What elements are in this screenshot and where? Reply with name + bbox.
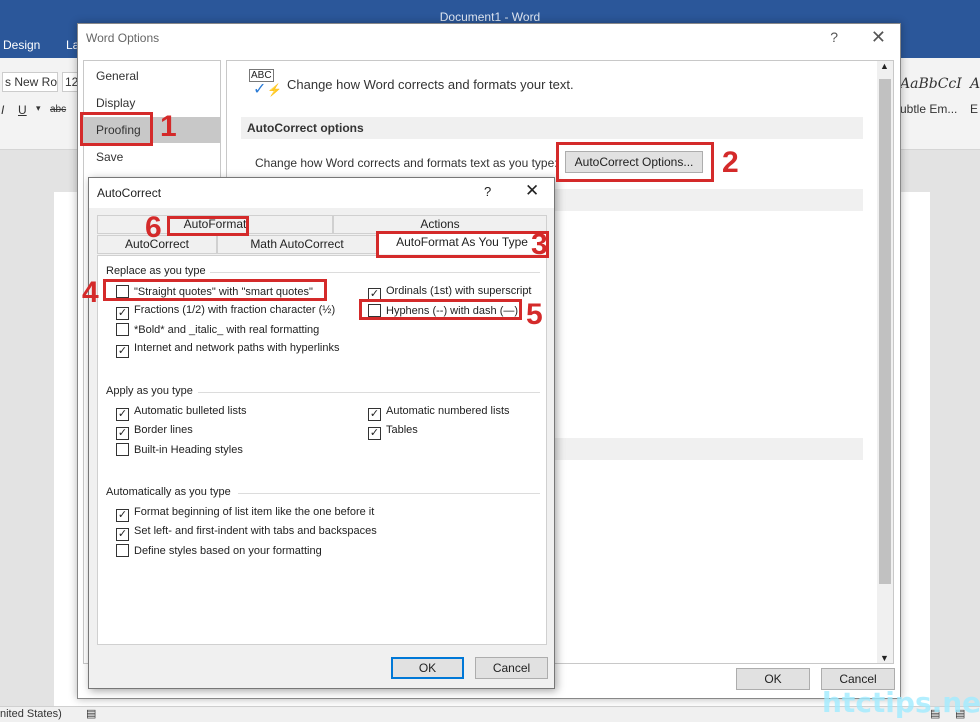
check-icon[interactable]: ✓ xyxy=(116,345,129,358)
style-sample-next[interactable]: Aa xyxy=(970,76,980,92)
group-automatically-as-you-type: Automatically as you type xyxy=(106,486,231,498)
check-icon[interactable]: ✓ xyxy=(116,408,129,421)
autocorrect-description: Change how Word corrects and formats tex… xyxy=(255,156,558,170)
annotation-box-autocorrect-options xyxy=(556,142,714,182)
divider xyxy=(210,272,540,273)
scroll-down-icon[interactable]: ▼ xyxy=(880,653,889,663)
checkbox-box[interactable] xyxy=(116,544,129,557)
ribbon-tab-design[interactable]: Design xyxy=(3,38,40,52)
checkbox-bulleted-lists[interactable]: ✓ Automatic bulleted lists xyxy=(116,405,247,421)
autocorrect-title: AutoCorrect xyxy=(97,186,162,200)
annotation-number-6: 6 xyxy=(145,211,162,244)
annotation-box-proofing xyxy=(80,112,153,146)
check-icon[interactable]: ✓ xyxy=(368,427,381,440)
checkbox-list-item-format[interactable]: ✓ Format beginning of list item like the … xyxy=(116,506,374,522)
abc-check-icon: ABC ✓ ⚡ xyxy=(249,69,282,98)
annotation-box-hyphens xyxy=(359,299,522,320)
annotation-number-1: 1 xyxy=(160,110,177,143)
check-icon[interactable]: ✓ xyxy=(368,408,381,421)
scroll-thumb[interactable] xyxy=(879,79,891,584)
checkbox-indent-tabs[interactable]: ✓ Set left- and first-indent with tabs an… xyxy=(116,525,377,541)
layout-icon[interactable]: ▤ xyxy=(86,707,96,720)
check-icon[interactable]: ✓ xyxy=(116,528,129,541)
checkbox-box[interactable] xyxy=(116,323,129,336)
check-icon[interactable]: ✓ xyxy=(116,307,129,320)
annotation-box-autoformat xyxy=(167,216,249,236)
close-icon[interactable]: ✕ xyxy=(871,27,886,48)
word-title: Document1 - Word xyxy=(439,10,541,24)
strikethrough-icon[interactable]: abc xyxy=(50,104,66,115)
watermark: htctips.net xyxy=(822,686,980,719)
font-name-box[interactable]: s New Ro xyxy=(2,72,58,92)
font-size-box[interactable]: 12 xyxy=(62,72,78,92)
checkbox-tables[interactable]: ✓ Tables xyxy=(368,424,418,440)
scroll-up-icon[interactable]: ▲ xyxy=(880,61,889,71)
word-options-ok-button[interactable]: OK xyxy=(736,668,810,690)
close-icon[interactable]: ✕ xyxy=(525,181,539,201)
annotation-number-3: 3 xyxy=(531,228,548,261)
checkbox-border-lines[interactable]: ✓ Border lines xyxy=(116,424,193,440)
chevron-down-icon[interactable]: ▾ xyxy=(36,103,41,114)
checkbox-hyperlinks[interactable]: ✓ Internet and network paths with hyperli… xyxy=(116,342,339,358)
nav-item-save[interactable]: Save xyxy=(84,144,220,170)
annotation-number-4: 4 xyxy=(82,276,99,309)
checkbox-define-styles[interactable]: Define styles based on your formatting xyxy=(116,544,322,557)
checkbox-box[interactable] xyxy=(116,443,129,456)
options-scrollbar[interactable]: ▲ ▼ xyxy=(877,61,893,663)
proofing-header: Change how Word corrects and formats you… xyxy=(287,77,574,92)
tab-math-autocorrect[interactable]: Math AutoCorrect xyxy=(217,235,377,254)
check-icon[interactable]: ✓ xyxy=(116,427,129,440)
checkbox-fractions[interactable]: ✓ Fractions (1/2) with fraction character… xyxy=(116,304,335,320)
language-status[interactable]: nited States) xyxy=(0,708,62,720)
group-apply-as-you-type: Apply as you type xyxy=(106,385,193,397)
divider xyxy=(198,392,540,393)
divider xyxy=(238,493,540,494)
style-label-subtle-emphasis: ubtle Em... xyxy=(900,102,958,116)
annotation-box-smart-quotes xyxy=(103,279,327,301)
style-sample-subtle-emphasis[interactable]: AaBbCcI xyxy=(900,76,962,92)
style-label-next: E xyxy=(970,102,979,116)
annotation-number-2: 2 xyxy=(722,146,739,179)
checkbox-heading-styles[interactable]: Built-in Heading styles xyxy=(116,443,243,456)
underline-icon[interactable]: U xyxy=(18,103,27,117)
nav-item-general[interactable]: General xyxy=(84,63,220,89)
help-icon[interactable]: ? xyxy=(484,184,491,199)
autocorrect-ok-button[interactable]: OK xyxy=(391,657,464,679)
word-options-title: Word Options xyxy=(86,31,160,45)
checkbox-numbered-lists[interactable]: ✓ Automatic numbered lists xyxy=(368,405,510,421)
italic-icon[interactable]: I xyxy=(1,103,4,117)
autocorrect-cancel-button[interactable]: Cancel xyxy=(475,657,548,679)
group-replace-as-you-type: Replace as you type xyxy=(106,265,206,277)
check-icon[interactable]: ✓ xyxy=(116,509,129,522)
annotation-box-autoformat-as-you-type xyxy=(376,231,549,258)
help-icon[interactable]: ? xyxy=(830,29,838,45)
autocorrect-section-heading: AutoCorrect options xyxy=(241,117,863,139)
annotation-number-5: 5 xyxy=(526,298,543,331)
checkbox-bold-italic[interactable]: *Bold* and _italic_ with real formatting xyxy=(116,323,319,336)
